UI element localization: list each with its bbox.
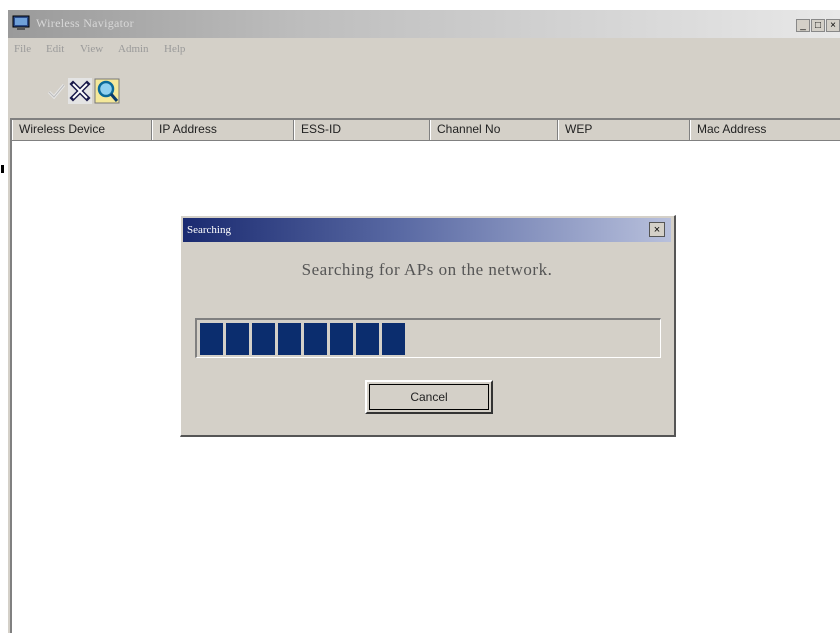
dialog-close-button[interactable]: × [649, 222, 665, 237]
toolbar [8, 60, 840, 118]
resize-mark [1, 165, 4, 173]
search-progress-bar [195, 318, 661, 358]
column-mac-address[interactable]: Mac Address [690, 120, 840, 140]
check-icon[interactable] [44, 78, 68, 104]
progress-block [382, 323, 405, 355]
app-icon [12, 15, 30, 31]
menu-bar: File Edit View Admin Help [8, 38, 840, 60]
searching-dialog: Searching × Searching for APs on the net… [180, 215, 676, 437]
menu-file[interactable]: File [14, 43, 31, 55]
minimize-button[interactable]: _ [796, 19, 810, 32]
cancel-button[interactable]: Cancel [365, 380, 493, 414]
window-title: Wireless Navigator [36, 16, 134, 30]
dialog-title-bar[interactable]: Searching × [183, 218, 671, 242]
progress-block [356, 323, 379, 355]
menu-edit[interactable]: Edit [46, 43, 64, 55]
title-bar[interactable]: Wireless Navigator _ □ × [8, 10, 840, 38]
dialog-title: Searching [187, 224, 231, 236]
menu-view[interactable]: View [80, 43, 103, 55]
column-ess-id[interactable]: ESS-ID [294, 120, 430, 140]
column-channel-no[interactable]: Channel No [430, 120, 558, 140]
column-wep[interactable]: WEP [558, 120, 690, 140]
progress-block [278, 323, 301, 355]
menu-admin[interactable]: Admin [118, 43, 149, 55]
delete-icon[interactable] [68, 78, 92, 104]
progress-block [200, 323, 223, 355]
column-ip-address[interactable]: IP Address [152, 120, 294, 140]
progress-block [304, 323, 327, 355]
progress-block [252, 323, 275, 355]
blank-icon[interactable] [16, 78, 40, 104]
progress-block [226, 323, 249, 355]
search-message: Searching for APs on the network. [301, 260, 553, 279]
list-header: Wireless Device IP Address ESS-ID Channe… [12, 120, 840, 141]
progress-fill [200, 323, 408, 355]
close-button[interactable]: × [826, 19, 840, 32]
maximize-button[interactable]: □ [811, 19, 825, 32]
menu-help[interactable]: Help [164, 43, 185, 55]
search-icon[interactable] [94, 78, 120, 104]
progress-block [330, 323, 353, 355]
column-wireless-device[interactable]: Wireless Device [12, 120, 152, 140]
